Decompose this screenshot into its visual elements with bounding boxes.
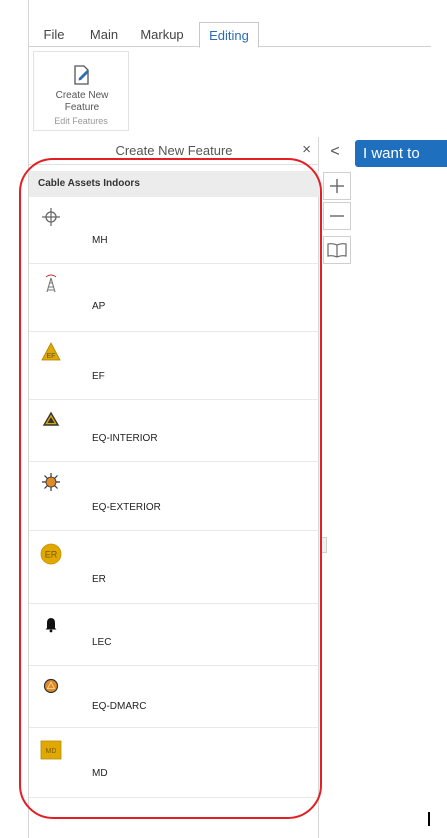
create-feature-panel: Create New Feature × Cable Assets Indoor…: [29, 137, 319, 838]
zoom-out-button[interactable]: [323, 202, 351, 230]
edit-features-group: Create New Feature Edit Features: [33, 51, 129, 131]
list-item-label: EQ-EXTERIOR: [92, 502, 161, 513]
antenna-tower-icon: [41, 274, 61, 294]
svg-text:MD: MD: [46, 748, 57, 755]
panel-header: Create New Feature ×: [29, 137, 319, 165]
list-item-label: AP: [92, 301, 106, 312]
bookmarks-button[interactable]: [323, 236, 351, 264]
dmarc-circle-icon: [41, 676, 61, 696]
list-item[interactable]: ER ER: [29, 531, 319, 604]
ribbon-tabs: File Main Markup Editing: [29, 22, 431, 48]
list-item[interactable]: AP: [29, 264, 319, 332]
plus-icon: [330, 179, 344, 193]
text-cursor: [428, 812, 430, 826]
open-book-icon: [327, 243, 347, 258]
minus-icon: [330, 215, 344, 217]
app-window: File Main Markup Editing Create New Feat…: [28, 0, 447, 838]
warning-triangle-icon: [41, 410, 61, 430]
zoom-in-button[interactable]: [323, 172, 351, 200]
close-icon[interactable]: ×: [302, 141, 311, 158]
feature-list: MH AP EF EF EQ-INTERIOR EQ-EXTERIOR ER E…: [29, 197, 319, 798]
sun-burst-icon: [41, 472, 61, 492]
list-item[interactable]: EQ-INTERIOR: [29, 400, 319, 462]
list-item-label: MH: [92, 235, 108, 246]
list-item[interactable]: MD MD: [29, 728, 319, 798]
list-item-label: EF: [92, 371, 105, 382]
ef-triangle-icon: EF: [41, 342, 61, 362]
md-square-icon: MD: [40, 740, 62, 760]
list-item-label: EQ-DMARC: [92, 701, 147, 712]
er-circle-icon: ER: [40, 543, 62, 565]
svg-text:ER: ER: [45, 550, 58, 560]
tab-markup[interactable]: Markup: [134, 22, 190, 47]
tab-file[interactable]: File: [39, 22, 69, 47]
list-item[interactable]: MH: [29, 197, 319, 264]
tab-main[interactable]: Main: [84, 22, 124, 47]
group-label: Edit Features: [54, 116, 108, 126]
bell-icon: [41, 614, 61, 634]
map-toolbar: [323, 172, 351, 266]
list-item[interactable]: EQ-EXTERIOR: [29, 462, 319, 531]
list-item-label: MD: [92, 768, 108, 779]
create-new-feature-button[interactable]: Create New Feature: [38, 54, 126, 114]
list-item-label: EQ-INTERIOR: [92, 433, 158, 444]
panel-resize-handle[interactable]: [320, 537, 327, 553]
create-button-label-line1: Create New: [55, 90, 109, 101]
ribbon: Create New Feature Edit Features: [29, 47, 431, 133]
category-header[interactable]: Cable Assets Indoors: [29, 171, 319, 197]
i-want-to-button[interactable]: I want to: [355, 140, 447, 167]
list-item[interactable]: EF EF: [29, 332, 319, 400]
create-button-label-line2: Feature: [64, 102, 100, 113]
list-item-label: LEC: [92, 637, 112, 648]
list-item[interactable]: LEC: [29, 604, 319, 666]
crosshair-icon: [41, 207, 61, 227]
list-item[interactable]: EQ-DMARC: [29, 666, 319, 728]
category-label: Cable Assets Indoors: [38, 178, 140, 189]
list-item-label: ER: [92, 574, 106, 585]
tab-editing[interactable]: Editing: [199, 22, 259, 48]
panel-title: Create New Feature: [115, 143, 233, 158]
collapse-panel-button[interactable]: <: [323, 141, 347, 165]
svg-text:EF: EF: [47, 353, 56, 360]
edit-document-icon: [74, 65, 89, 85]
